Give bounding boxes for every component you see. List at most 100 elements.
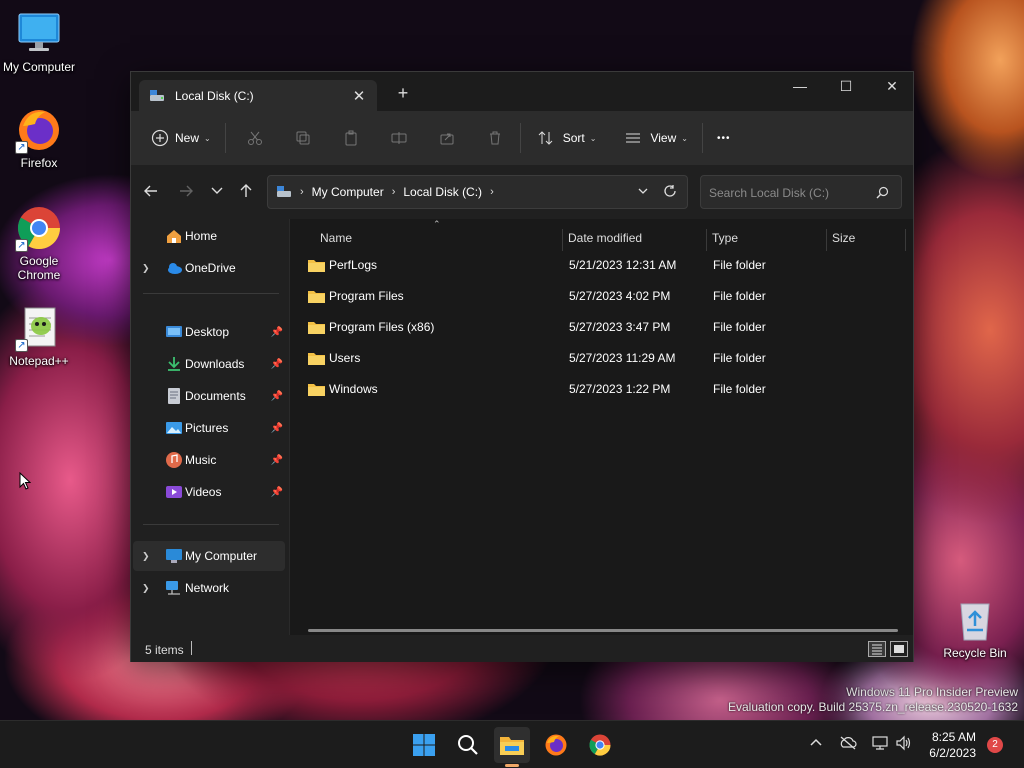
taskbar-firefox[interactable]	[538, 727, 574, 763]
nav-item-music[interactable]: Music 📌	[133, 445, 285, 475]
sort-label: Sort	[562, 131, 585, 145]
address-dropdown-button[interactable]	[637, 185, 649, 200]
copy-button[interactable]	[292, 122, 314, 154]
view-button[interactable]: View ⌄	[622, 122, 688, 154]
breadcrumb-local-disk[interactable]: Local Disk (C:)	[403, 185, 482, 199]
taskbar-chrome[interactable]	[582, 727, 618, 763]
nav-item-home[interactable]: Home	[133, 221, 285, 251]
file-type: File folder	[713, 320, 766, 334]
cut-button[interactable]	[244, 122, 266, 154]
notification-badge[interactable]: 2	[987, 737, 1003, 753]
new-tab-button[interactable]: +	[393, 84, 413, 102]
refresh-button[interactable]	[663, 184, 677, 201]
recent-locations-button[interactable]	[207, 183, 227, 203]
document-icon	[168, 388, 180, 404]
onedrive-offline-tray[interactable]	[838, 735, 858, 755]
title-bar[interactable]: Local Disk (C:) ✕ + — ☐ ✕	[131, 72, 913, 111]
column-separator[interactable]	[562, 229, 563, 251]
nav-item-videos[interactable]: Videos 📌	[133, 477, 285, 507]
search-box[interactable]	[700, 175, 902, 209]
column-header-size[interactable]: Size	[832, 225, 855, 251]
desktop-icon-firefox[interactable]: ↗ Firefox	[1, 106, 77, 170]
taskbar-search-button[interactable]	[450, 727, 486, 763]
chrome-icon	[589, 734, 611, 756]
pin-icon[interactable]: 📌	[271, 455, 283, 466]
more-options-button[interactable]: •••	[717, 122, 731, 154]
nav-item-my-computer[interactable]: ❯ My Computer	[133, 541, 285, 571]
cloud-offline-icon	[840, 736, 857, 750]
desktop-icon-google-chrome[interactable]: ↗ Google Chrome	[1, 204, 77, 282]
content-area: Home ❯ OneDrive Desktop 📌 Downloads 📌 Do…	[131, 219, 913, 635]
desktop-icon-notepad-plus-plus[interactable]: ↗ Notepad++	[1, 304, 77, 368]
nav-item-desktop[interactable]: Desktop 📌	[133, 317, 285, 347]
pin-icon[interactable]: 📌	[271, 359, 283, 370]
search-input[interactable]	[709, 184, 869, 202]
shortcut-arrow-icon: ↗	[15, 239, 28, 252]
horizontal-scrollbar[interactable]	[308, 629, 898, 632]
file-type: File folder	[713, 258, 766, 272]
column-header-type[interactable]: Type	[712, 225, 738, 251]
evaluation-watermark: Windows 11 Pro Insider Preview Evaluatio…	[728, 685, 1018, 715]
maximize-button[interactable]: ☐	[823, 72, 869, 102]
file-list-pane: ⌃ Name Date modified Type Size PerfLogs …	[290, 219, 913, 635]
delete-button[interactable]	[484, 122, 506, 154]
rename-button[interactable]	[388, 122, 410, 154]
nav-item-onedrive[interactable]: ❯ OneDrive	[133, 253, 285, 283]
nav-item-network[interactable]: ❯ Network	[133, 573, 285, 603]
column-header-date-modified[interactable]: Date modified	[568, 225, 642, 251]
chevron-up-icon	[810, 738, 822, 746]
arrow-left-icon	[144, 185, 157, 197]
paste-button[interactable]	[340, 122, 362, 154]
up-button[interactable]	[236, 183, 256, 203]
details-view-button[interactable]	[868, 641, 886, 657]
start-button[interactable]	[406, 727, 442, 763]
desktop-icon-recycle-bin[interactable]: Recycle Bin	[937, 596, 1013, 660]
column-header-name[interactable]: Name	[320, 225, 352, 251]
file-date: 5/27/2023 11:29 AM	[569, 351, 676, 365]
column-separator[interactable]	[706, 229, 707, 251]
monitor-icon	[166, 549, 182, 563]
show-hidden-icons-button[interactable]	[806, 735, 826, 755]
tab-close-button[interactable]: ✕	[347, 87, 371, 105]
file-row[interactable]: Windows 5/27/2023 1:22 PM File folder	[304, 375, 914, 403]
nav-item-downloads[interactable]: Downloads 📌	[133, 349, 285, 379]
taskbar-file-explorer[interactable]	[494, 727, 530, 767]
nav-item-documents[interactable]: Documents 📌	[133, 381, 285, 411]
file-row[interactable]: Users 5/27/2023 11:29 AM File folder	[304, 344, 914, 372]
chevron-right-icon[interactable]: ❯	[142, 551, 150, 562]
column-separator[interactable]	[826, 229, 827, 251]
pin-icon[interactable]: 📌	[271, 391, 283, 402]
column-separator[interactable]	[905, 229, 906, 251]
nav-item-pictures[interactable]: Pictures 📌	[133, 413, 285, 443]
tab-local-disk[interactable]: Local Disk (C:) ✕	[139, 80, 377, 111]
pin-icon[interactable]: 📌	[271, 487, 283, 498]
tiles-view-button[interactable]	[890, 641, 908, 657]
clipboard-icon	[340, 127, 362, 149]
share-button[interactable]	[436, 122, 458, 154]
pin-icon[interactable]: 📌	[271, 423, 283, 434]
volume-tray[interactable]	[894, 735, 914, 755]
desktop-icon-my-computer[interactable]: My Computer	[1, 10, 77, 74]
network-tray[interactable]	[870, 735, 890, 755]
chevron-right-icon[interactable]: ›	[490, 186, 494, 198]
chevron-right-icon[interactable]: ❯	[142, 583, 150, 594]
arrow-up-icon	[240, 184, 252, 197]
back-button[interactable]	[141, 183, 161, 203]
minimize-button[interactable]: —	[777, 72, 823, 102]
address-bar[interactable]: › My Computer › Local Disk (C:) ›	[267, 175, 688, 209]
clock-time: 8:25 AM	[931, 730, 976, 744]
chevron-right-icon[interactable]: ❯	[142, 263, 150, 274]
taskbar-clock[interactable]: 8:25 AM 6/2/2023	[929, 729, 976, 761]
file-row[interactable]: PerfLogs 5/21/2023 12:31 AM File folder	[304, 251, 914, 279]
sort-button[interactable]: Sort ⌄	[535, 122, 596, 154]
speaker-icon	[896, 735, 911, 751]
watermark-line-2: Evaluation copy. Build 25375.zn_release.…	[728, 700, 1018, 714]
forward-button[interactable]	[176, 183, 196, 203]
breadcrumb-my-computer[interactable]: My Computer	[312, 185, 384, 199]
close-button[interactable]: ✕	[869, 72, 915, 102]
file-row[interactable]: Program Files (x86) 5/27/2023 3:47 PM Fi…	[304, 313, 914, 341]
taskbar: 8:25 AM 6/2/2023 2	[0, 720, 1024, 768]
pin-icon[interactable]: 📌	[271, 327, 283, 338]
file-row[interactable]: Program Files 5/27/2023 4:02 PM File fol…	[304, 282, 914, 310]
new-button[interactable]: New ⌄	[149, 122, 211, 154]
